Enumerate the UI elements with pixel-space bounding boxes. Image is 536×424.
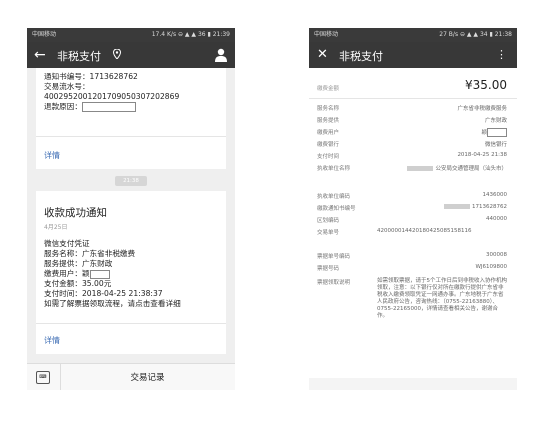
carrier-text: 中国移动	[314, 31, 339, 38]
row-key: 区划编码	[317, 218, 340, 224]
payer-line: 缴费用户：颖	[44, 269, 226, 279]
detail-link[interactable]: 详情	[44, 335, 60, 346]
amount-value: ¥35.00	[465, 78, 507, 92]
left-phone-screen: 中国移动 17.4 K/s ⊖ ▲ ▲ 36 ▮ 21:39 ← 非税支付 通知…	[27, 28, 235, 390]
card-date: 4月25日	[44, 224, 68, 231]
row-value: 1436000	[482, 192, 508, 198]
payment-success-card[interactable]: 收款成功通知 4月25日 微信支付凭证 服务名称：广东省非税缴费 服务提供：广东…	[36, 191, 226, 354]
page-title: 非税支付	[57, 50, 101, 63]
receipt-hint-line: 如需了解票据领取流程，请点击查看详细	[44, 299, 181, 308]
payment-time-line: 支付时间：2018-04-25 21:38:37	[44, 289, 163, 298]
row-key: 缴费银行	[317, 142, 340, 148]
row-value: 2018-04-25 21:38	[457, 152, 507, 158]
status-right-text: 27 B/s ⊖ ▲ ▲ 34 ▮ 21:38	[439, 31, 512, 38]
row-key: 缴款通知书编号	[317, 206, 356, 212]
title-bar: ✕ 非税支付 ⋮	[309, 42, 517, 68]
more-options-icon[interactable]: ⋮	[496, 48, 507, 61]
close-icon[interactable]: ✕	[317, 46, 328, 64]
row-value-text: 公安局交通管理局（汕头市）	[435, 166, 507, 172]
row-value: 1713628762	[444, 204, 507, 210]
card-title: 收款成功通知	[44, 207, 107, 219]
status-right-text: 17.4 K/s ⊖ ▲ ▲ 36 ▮ 21:39	[151, 31, 230, 38]
row-value: 微信银行	[484, 142, 507, 148]
service-name-line: 服务名称：广东省非税缴费	[44, 249, 136, 258]
back-arrow-icon[interactable]: ←	[34, 46, 46, 64]
row-value: WJ6109800	[475, 264, 507, 270]
row-key: 支付时间	[317, 154, 340, 160]
row-key: 票据领取说明	[317, 280, 351, 286]
user-profile-icon[interactable]	[215, 48, 227, 62]
row-key: 执收单位名称	[317, 166, 351, 172]
row-value: 广东省非税缴费服务	[457, 106, 507, 112]
row-key: 缴费用户	[317, 130, 340, 136]
transaction-records-button[interactable]: 交易记录	[60, 371, 235, 383]
status-bar: 中国移动 27 B/s ⊖ ▲ ▲ 34 ▮ 21:38	[309, 28, 517, 42]
keyboard-icon[interactable]: ⌨	[36, 371, 50, 384]
payment-detail-panel: 缴费金额 ¥35.00 服务名称 广东省非税缴费服务 服务提供 广东财政 缴费用户 颖…	[309, 68, 517, 378]
row-value: 440000	[486, 216, 507, 222]
voucher-line: 微信支付凭证	[44, 239, 90, 248]
amount-label: 缴费金额	[317, 86, 340, 92]
service-provider-line: 服务提供：广东财政	[44, 259, 113, 268]
refund-notice-card[interactable]: 通知书编号：1713628762 交易流水号： 4002952001201709…	[36, 68, 226, 169]
row-value: 如需领取票据，请于5个工作日后到非税收入协作机构领取，注意：以下银行仅对所在缴款…	[377, 278, 508, 319]
row-key: 交易单号	[317, 230, 340, 236]
carrier-text: 中国移动	[32, 31, 57, 38]
row-value: 广东财政	[484, 118, 507, 124]
refund-reason-label: 退款原因：	[44, 102, 82, 111]
card-divider	[36, 136, 226, 137]
row-value: 公安局交通管理局（汕头市）	[407, 164, 507, 172]
redacted-mark	[444, 204, 470, 209]
row-key: 服务提供	[317, 118, 340, 124]
row-value: 颖	[481, 128, 507, 137]
row-key: 票据号码	[317, 266, 340, 272]
refund-reason-line: 退款原因：	[44, 102, 226, 112]
row-value: 300008	[486, 252, 507, 258]
detail-link[interactable]: 详情	[44, 150, 60, 161]
row-key: 服务名称	[317, 106, 340, 112]
row-key: 票据单号编码	[317, 254, 351, 260]
payer-box	[487, 128, 507, 137]
amount-line: 支付金额：35.00元	[44, 279, 112, 288]
page-title: 非税支付	[339, 50, 383, 63]
payer-label: 缴费用户：	[44, 269, 82, 278]
row-value: 420000014420180425085158116	[377, 228, 472, 234]
payer-box	[89, 269, 110, 279]
notice-number-line: 通知书编号：1713628762	[44, 72, 138, 81]
location-pin-icon[interactable]	[113, 49, 121, 59]
bottom-menu-bar: ⌨ 交易记录	[27, 363, 235, 390]
redacted-mark	[407, 166, 434, 171]
refund-reason-box	[81, 102, 136, 112]
card-divider	[36, 323, 226, 324]
transaction-serial-label: 交易流水号：	[44, 82, 90, 91]
payer-name: 颖	[81, 269, 90, 278]
title-bar: ← 非税支付	[27, 42, 235, 68]
row-key: 执收单位编码	[317, 194, 351, 200]
transaction-serial-number: 4002952001201709050307202869	[44, 92, 180, 101]
status-bar: 中国移动 17.4 K/s ⊖ ▲ ▲ 36 ▮ 21:39	[27, 28, 235, 42]
time-chip: 21:38	[115, 176, 147, 186]
row-value-text: 1713628762	[472, 204, 507, 210]
amount-row: 缴费金额 ¥35.00	[309, 74, 517, 99]
right-phone-screen: 中国移动 27 B/s ⊖ ▲ ▲ 34 ▮ 21:38 ✕ 非税支付 ⋮ 缴费…	[309, 28, 517, 390]
